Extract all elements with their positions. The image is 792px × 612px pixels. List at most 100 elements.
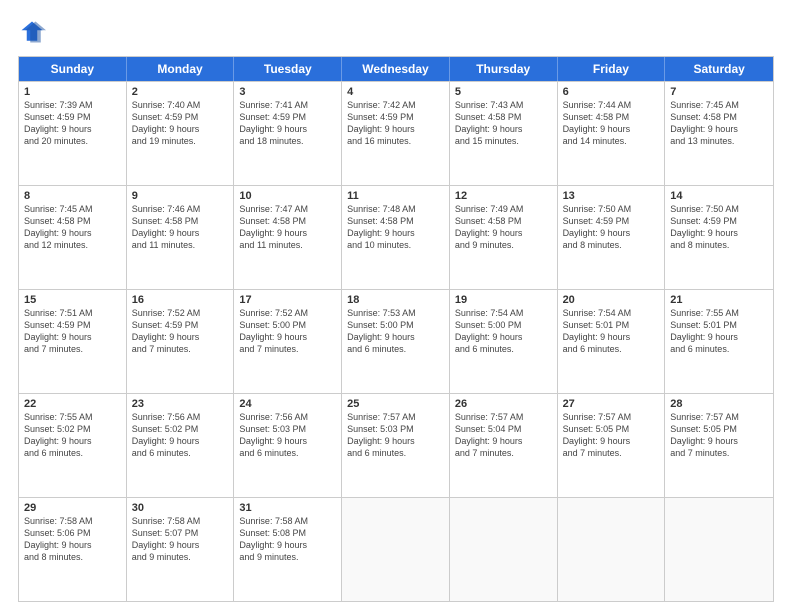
- day-info: Sunrise: 7:56 AMSunset: 5:02 PMDaylight:…: [132, 411, 229, 460]
- day-number: 16: [132, 294, 229, 306]
- calendar-header: SundayMondayTuesdayWednesdayThursdayFrid…: [19, 57, 773, 81]
- day-info: Sunrise: 7:51 AMSunset: 4:59 PMDaylight:…: [24, 307, 121, 356]
- day-info: Sunrise: 7:54 AMSunset: 5:00 PMDaylight:…: [455, 307, 552, 356]
- calendar-cell: [342, 498, 450, 601]
- day-number: 8: [24, 190, 121, 202]
- day-info: Sunrise: 7:45 AMSunset: 4:58 PMDaylight:…: [24, 203, 121, 252]
- calendar-cell: 28Sunrise: 7:57 AMSunset: 5:05 PMDayligh…: [665, 394, 773, 497]
- day-info: Sunrise: 7:42 AMSunset: 4:59 PMDaylight:…: [347, 99, 444, 148]
- day-info: Sunrise: 7:46 AMSunset: 4:58 PMDaylight:…: [132, 203, 229, 252]
- calendar-cell: 20Sunrise: 7:54 AMSunset: 5:01 PMDayligh…: [558, 290, 666, 393]
- calendar-cell: 25Sunrise: 7:57 AMSunset: 5:03 PMDayligh…: [342, 394, 450, 497]
- calendar-cell: 10Sunrise: 7:47 AMSunset: 4:58 PMDayligh…: [234, 186, 342, 289]
- calendar-cell: 11Sunrise: 7:48 AMSunset: 4:58 PMDayligh…: [342, 186, 450, 289]
- day-number: 3: [239, 86, 336, 98]
- calendar-cell: 26Sunrise: 7:57 AMSunset: 5:04 PMDayligh…: [450, 394, 558, 497]
- day-number: 21: [670, 294, 768, 306]
- day-info: Sunrise: 7:52 AMSunset: 5:00 PMDaylight:…: [239, 307, 336, 356]
- day-number: 2: [132, 86, 229, 98]
- day-info: Sunrise: 7:57 AMSunset: 5:05 PMDaylight:…: [563, 411, 660, 460]
- day-info: Sunrise: 7:56 AMSunset: 5:03 PMDaylight:…: [239, 411, 336, 460]
- day-number: 10: [239, 190, 336, 202]
- day-number: 12: [455, 190, 552, 202]
- calendar-cell: 29Sunrise: 7:58 AMSunset: 5:06 PMDayligh…: [19, 498, 127, 601]
- calendar-header-cell: Tuesday: [234, 57, 342, 81]
- calendar-cell: 19Sunrise: 7:54 AMSunset: 5:00 PMDayligh…: [450, 290, 558, 393]
- calendar-body: 1Sunrise: 7:39 AMSunset: 4:59 PMDaylight…: [19, 81, 773, 601]
- day-number: 22: [24, 398, 121, 410]
- day-info: Sunrise: 7:50 AMSunset: 4:59 PMDaylight:…: [670, 203, 768, 252]
- calendar-header-cell: Wednesday: [342, 57, 450, 81]
- day-number: 19: [455, 294, 552, 306]
- calendar-cell: 1Sunrise: 7:39 AMSunset: 4:59 PMDaylight…: [19, 82, 127, 185]
- calendar-header-cell: Thursday: [450, 57, 558, 81]
- calendar-cell: 6Sunrise: 7:44 AMSunset: 4:58 PMDaylight…: [558, 82, 666, 185]
- calendar-cell: 21Sunrise: 7:55 AMSunset: 5:01 PMDayligh…: [665, 290, 773, 393]
- day-number: 30: [132, 502, 229, 514]
- calendar-cell: 3Sunrise: 7:41 AMSunset: 4:59 PMDaylight…: [234, 82, 342, 185]
- calendar-cell: [665, 498, 773, 601]
- calendar-row: 8Sunrise: 7:45 AMSunset: 4:58 PMDaylight…: [19, 185, 773, 289]
- calendar-row: 29Sunrise: 7:58 AMSunset: 5:06 PMDayligh…: [19, 497, 773, 601]
- calendar-cell: 30Sunrise: 7:58 AMSunset: 5:07 PMDayligh…: [127, 498, 235, 601]
- day-number: 6: [563, 86, 660, 98]
- page: SundayMondayTuesdayWednesdayThursdayFrid…: [0, 0, 792, 612]
- day-info: Sunrise: 7:50 AMSunset: 4:59 PMDaylight:…: [563, 203, 660, 252]
- calendar-cell: 13Sunrise: 7:50 AMSunset: 4:59 PMDayligh…: [558, 186, 666, 289]
- calendar-header-cell: Sunday: [19, 57, 127, 81]
- day-number: 15: [24, 294, 121, 306]
- calendar-cell: 22Sunrise: 7:55 AMSunset: 5:02 PMDayligh…: [19, 394, 127, 497]
- day-number: 18: [347, 294, 444, 306]
- day-info: Sunrise: 7:57 AMSunset: 5:04 PMDaylight:…: [455, 411, 552, 460]
- day-number: 1: [24, 86, 121, 98]
- day-number: 31: [239, 502, 336, 514]
- day-info: Sunrise: 7:54 AMSunset: 5:01 PMDaylight:…: [563, 307, 660, 356]
- day-number: 23: [132, 398, 229, 410]
- day-info: Sunrise: 7:58 AMSunset: 5:08 PMDaylight:…: [239, 515, 336, 564]
- day-info: Sunrise: 7:40 AMSunset: 4:59 PMDaylight:…: [132, 99, 229, 148]
- day-number: 11: [347, 190, 444, 202]
- calendar-cell: 31Sunrise: 7:58 AMSunset: 5:08 PMDayligh…: [234, 498, 342, 601]
- calendar-cell: 4Sunrise: 7:42 AMSunset: 4:59 PMDaylight…: [342, 82, 450, 185]
- day-info: Sunrise: 7:55 AMSunset: 5:01 PMDaylight:…: [670, 307, 768, 356]
- calendar-cell: 17Sunrise: 7:52 AMSunset: 5:00 PMDayligh…: [234, 290, 342, 393]
- day-info: Sunrise: 7:53 AMSunset: 5:00 PMDaylight:…: [347, 307, 444, 356]
- day-info: Sunrise: 7:45 AMSunset: 4:58 PMDaylight:…: [670, 99, 768, 148]
- day-info: Sunrise: 7:43 AMSunset: 4:58 PMDaylight:…: [455, 99, 552, 148]
- day-info: Sunrise: 7:57 AMSunset: 5:05 PMDaylight:…: [670, 411, 768, 460]
- day-number: 26: [455, 398, 552, 410]
- day-info: Sunrise: 7:52 AMSunset: 4:59 PMDaylight:…: [132, 307, 229, 356]
- calendar-cell: 16Sunrise: 7:52 AMSunset: 4:59 PMDayligh…: [127, 290, 235, 393]
- day-info: Sunrise: 7:55 AMSunset: 5:02 PMDaylight:…: [24, 411, 121, 460]
- day-info: Sunrise: 7:41 AMSunset: 4:59 PMDaylight:…: [239, 99, 336, 148]
- calendar-row: 22Sunrise: 7:55 AMSunset: 5:02 PMDayligh…: [19, 393, 773, 497]
- calendar-cell: 24Sunrise: 7:56 AMSunset: 5:03 PMDayligh…: [234, 394, 342, 497]
- calendar-cell: 7Sunrise: 7:45 AMSunset: 4:58 PMDaylight…: [665, 82, 773, 185]
- calendar-cell: 5Sunrise: 7:43 AMSunset: 4:58 PMDaylight…: [450, 82, 558, 185]
- day-number: 4: [347, 86, 444, 98]
- day-number: 5: [455, 86, 552, 98]
- calendar: SundayMondayTuesdayWednesdayThursdayFrid…: [18, 56, 774, 602]
- calendar-cell: 2Sunrise: 7:40 AMSunset: 4:59 PMDaylight…: [127, 82, 235, 185]
- day-number: 9: [132, 190, 229, 202]
- day-number: 13: [563, 190, 660, 202]
- day-number: 17: [239, 294, 336, 306]
- day-number: 29: [24, 502, 121, 514]
- day-number: 28: [670, 398, 768, 410]
- day-number: 25: [347, 398, 444, 410]
- day-info: Sunrise: 7:49 AMSunset: 4:58 PMDaylight:…: [455, 203, 552, 252]
- day-number: 27: [563, 398, 660, 410]
- day-info: Sunrise: 7:58 AMSunset: 5:06 PMDaylight:…: [24, 515, 121, 564]
- calendar-cell: 12Sunrise: 7:49 AMSunset: 4:58 PMDayligh…: [450, 186, 558, 289]
- calendar-cell: 14Sunrise: 7:50 AMSunset: 4:59 PMDayligh…: [665, 186, 773, 289]
- calendar-header-cell: Saturday: [665, 57, 773, 81]
- day-number: 14: [670, 190, 768, 202]
- day-number: 7: [670, 86, 768, 98]
- calendar-cell: [450, 498, 558, 601]
- day-info: Sunrise: 7:47 AMSunset: 4:58 PMDaylight:…: [239, 203, 336, 252]
- calendar-cell: 15Sunrise: 7:51 AMSunset: 4:59 PMDayligh…: [19, 290, 127, 393]
- day-number: 20: [563, 294, 660, 306]
- calendar-cell: 27Sunrise: 7:57 AMSunset: 5:05 PMDayligh…: [558, 394, 666, 497]
- day-info: Sunrise: 7:57 AMSunset: 5:03 PMDaylight:…: [347, 411, 444, 460]
- day-info: Sunrise: 7:44 AMSunset: 4:58 PMDaylight:…: [563, 99, 660, 148]
